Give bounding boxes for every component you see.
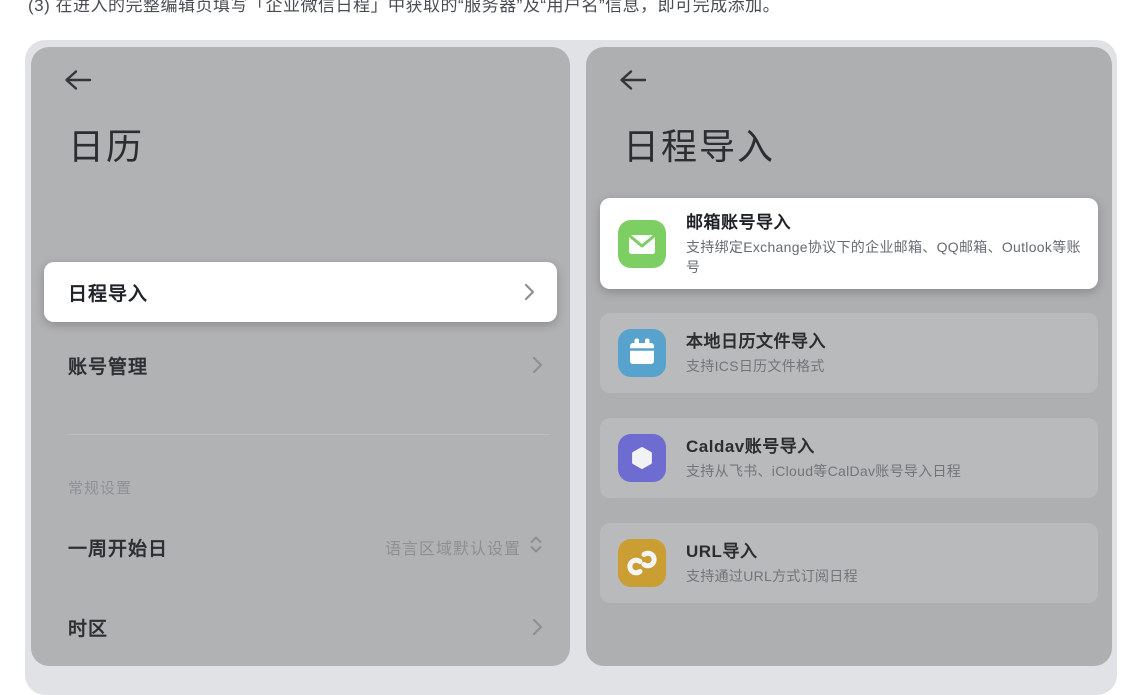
page: (3) 在进入的完整编辑页填写「企业微信日程」中获取的“服务器”及“用户名”信息…: [0, 0, 1140, 695]
card-desc: 支持从飞书、iCloud等CalDav账号导入日程: [686, 461, 1082, 481]
selector-value: 语言区域默认设置: [385, 535, 521, 559]
week-start-selector[interactable]: 语言区域默认设置: [385, 535, 543, 559]
card-desc: 支持通过URL方式订阅日程: [686, 566, 1082, 586]
card-text: URL导入 支持通过URL方式订阅日程: [686, 540, 1082, 586]
row-account-manage[interactable]: 账号管理: [68, 335, 543, 395]
row-label: 时区: [68, 614, 108, 641]
schedule-import-panel: 日程导入 邮箱账号导入 支持绑定Exchange协议下的企业邮箱、QQ邮箱、Ou…: [586, 47, 1112, 666]
row-schedule-import[interactable]: 日程导入: [44, 262, 557, 322]
back-arrow-icon: [63, 69, 93, 96]
row-week-start[interactable]: 一周开始日 语言区域默认设置: [68, 517, 543, 577]
doc-text-clipped: (3) 在进入的完整编辑页填写「企业微信日程」中获取的“服务器”及“用户名”信息…: [28, 0, 780, 16]
card-title: 邮箱账号导入: [686, 211, 1082, 235]
hexagon-icon: [618, 434, 666, 482]
card-text: Caldav账号导入 支持从飞书、iCloud等CalDav账号导入日程: [686, 435, 1082, 481]
page-title: 日程导入: [623, 123, 775, 171]
card-mail-import[interactable]: 邮箱账号导入 支持绑定Exchange协议下的企业邮箱、QQ邮箱、Outlook…: [600, 198, 1098, 289]
chevron-right-icon: [532, 356, 543, 374]
chevron-right-icon: [532, 618, 543, 636]
calendar-icon: [618, 329, 666, 377]
card-text: 本地日历文件导入 支持ICS日历文件格式: [686, 330, 1082, 376]
card-title: 本地日历文件导入: [686, 330, 1082, 354]
card-title: URL导入: [686, 540, 1082, 564]
card-caldav-import[interactable]: Caldav账号导入 支持从飞书、iCloud等CalDav账号导入日程: [600, 418, 1098, 498]
card-desc: 支持ICS日历文件格式: [686, 356, 1082, 376]
row-label: 账号管理: [68, 352, 148, 379]
divider: [68, 434, 550, 435]
row-label: 一周开始日: [68, 534, 168, 561]
row-timezone[interactable]: 时区: [68, 597, 543, 657]
back-arrow-icon: [618, 69, 648, 96]
row-label: 日程导入: [68, 279, 148, 306]
page-title: 日历: [68, 123, 144, 171]
back-button[interactable]: [63, 69, 97, 95]
updown-selector-icon: [529, 535, 543, 559]
card-url-import[interactable]: URL导入 支持通过URL方式订阅日程: [600, 523, 1098, 603]
link-icon: [618, 539, 666, 587]
card-desc: 支持绑定Exchange协议下的企业邮箱、QQ邮箱、Outlook等账号: [686, 237, 1082, 277]
card-local-file-import[interactable]: 本地日历文件导入 支持ICS日历文件格式: [600, 313, 1098, 393]
calendar-settings-panel: 日历 账户和日历 日程导入 账号管理 常规设置 一周开始日 语言区域默认设置: [31, 47, 570, 666]
chevron-right-icon: [524, 283, 535, 301]
section-label-general: 常规设置: [68, 477, 132, 498]
mail-icon: [618, 220, 666, 268]
card-title: Caldav账号导入: [686, 435, 1082, 459]
back-button[interactable]: [618, 69, 652, 95]
card-text: 邮箱账号导入 支持绑定Exchange协议下的企业邮箱、QQ邮箱、Outlook…: [686, 211, 1082, 277]
